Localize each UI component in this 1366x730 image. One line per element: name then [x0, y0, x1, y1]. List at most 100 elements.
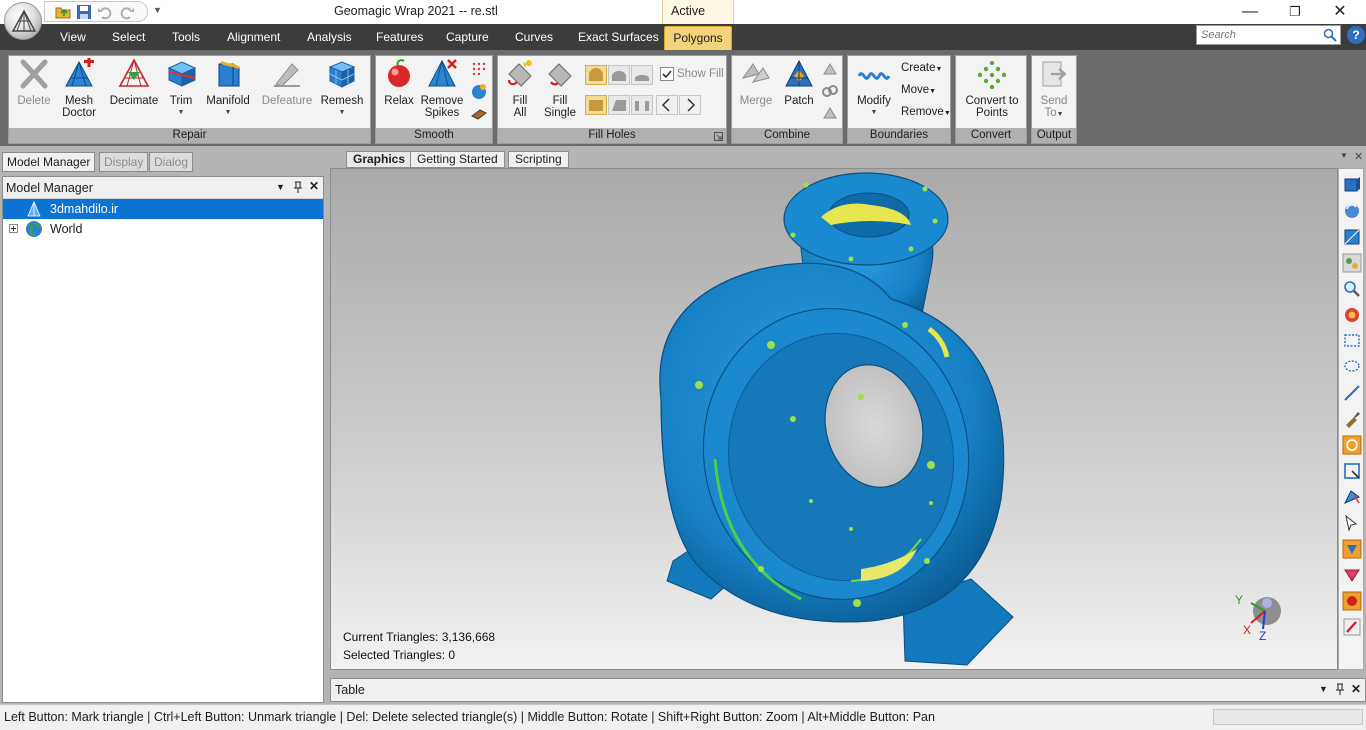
- mesh-doctor-button[interactable]: Mesh Doctor: [57, 57, 101, 119]
- fill-edge-button[interactable]: [608, 95, 630, 115]
- next-hole-button[interactable]: [679, 95, 701, 115]
- target-icon[interactable]: [1342, 305, 1362, 325]
- select-through-icon[interactable]: [1342, 461, 1362, 481]
- triad-y-label: Y: [1235, 593, 1244, 607]
- graphics-viewport[interactable]: Current Triangles: 3,136,668 Selected Tr…: [330, 168, 1338, 670]
- tree-item-world[interactable]: World: [3, 219, 323, 239]
- expand-icon[interactable]: [9, 224, 18, 233]
- save-icon[interactable]: [76, 4, 92, 20]
- view-set-icon[interactable]: [1342, 253, 1362, 273]
- viewport-menu-icon[interactable]: ▼: [1340, 151, 1348, 160]
- minimize-button[interactable]: —: [1236, 2, 1264, 22]
- smooth-sphere-icon[interactable]: [470, 82, 488, 100]
- relax-label: Relax: [384, 95, 414, 107]
- merge-button[interactable]: Merge: [736, 58, 776, 107]
- tree-item-model[interactable]: 3dmahdilo.ir: [3, 199, 323, 219]
- brush-icon[interactable]: [470, 104, 488, 122]
- patch-button[interactable]: Patch: [780, 58, 818, 107]
- pin-icon[interactable]: [293, 181, 303, 193]
- redo-icon[interactable]: [119, 4, 135, 20]
- open-folder-icon[interactable]: [55, 4, 71, 20]
- decimate-button[interactable]: Decimate: [107, 58, 161, 107]
- panel-menu-icon[interactable]: ▼: [276, 182, 285, 192]
- trim-button[interactable]: Trim ▼: [165, 58, 197, 119]
- patch-icon: [785, 59, 813, 87]
- tab-getting-started[interactable]: Getting Started: [410, 151, 505, 168]
- title-bar: ▼ Geomagic Wrap 2021 -- re.stl Active — …: [0, 0, 1366, 24]
- fill-tangent-button[interactable]: [608, 65, 630, 85]
- fill-bridge-button[interactable]: [631, 95, 653, 115]
- tab-features[interactable]: Features: [370, 24, 429, 50]
- select-by-color-icon[interactable]: [1342, 539, 1362, 559]
- previous-hole-button[interactable]: [656, 95, 678, 115]
- send-to-button[interactable]: Send To▼: [1034, 58, 1074, 121]
- tab-scripting[interactable]: Scripting: [508, 151, 569, 168]
- fill-complete-button[interactable]: [585, 95, 607, 115]
- combine-small-1-icon[interactable]: [821, 60, 839, 78]
- defeature-button[interactable]: Defeature: [261, 58, 313, 107]
- tab-analysis[interactable]: Analysis: [301, 24, 358, 50]
- fill-all-button[interactable]: Fill All: [502, 58, 538, 119]
- table-menu-icon[interactable]: ▼: [1319, 684, 1328, 694]
- table-pin-icon[interactable]: [1335, 683, 1345, 695]
- select-manifold-icon[interactable]: [1342, 565, 1362, 585]
- qat-customize-icon[interactable]: ▼: [153, 5, 162, 15]
- panel-close-icon[interactable]: ✕: [309, 179, 319, 193]
- select-clear-icon[interactable]: [1342, 617, 1362, 637]
- delete-button[interactable]: Delete: [13, 58, 55, 107]
- select-arrow-icon[interactable]: [1342, 513, 1362, 533]
- fill-curvature-button[interactable]: [585, 65, 607, 85]
- view-plane-icon[interactable]: [1342, 227, 1362, 247]
- tab-capture[interactable]: Capture: [440, 24, 495, 50]
- close-button[interactable]: ✕: [1326, 2, 1354, 22]
- help-icon[interactable]: ?: [1347, 26, 1365, 44]
- tab-dialog[interactable]: Dialog: [149, 152, 194, 172]
- viewport-close-icon[interactable]: ✕: [1354, 150, 1363, 163]
- tab-tools[interactable]: Tools: [166, 24, 206, 50]
- show-fill-checkbox[interactable]: [660, 67, 674, 81]
- modify-button[interactable]: Modify ▼: [852, 58, 896, 119]
- custom-region-icon[interactable]: [1342, 435, 1362, 455]
- fill-single-label-2: Single: [544, 107, 576, 119]
- line-select-icon[interactable]: [1342, 383, 1362, 403]
- fit-view-icon[interactable]: [1342, 175, 1362, 195]
- tree-item-model-label: 3dmahdilo.ir: [50, 202, 119, 216]
- relax-button[interactable]: Relax: [380, 58, 418, 107]
- tab-display[interactable]: Display: [99, 152, 149, 172]
- search-icon[interactable]: [1323, 28, 1337, 42]
- remesh-button[interactable]: Remesh ▼: [319, 58, 365, 119]
- pump-housing-model[interactable]: [331, 169, 1338, 670]
- paint-brush-icon[interactable]: [1342, 409, 1362, 429]
- tab-polygons[interactable]: Polygons: [664, 26, 732, 50]
- sandpaper-icon[interactable]: [470, 60, 488, 78]
- remove-dropdown[interactable]: Remove▼: [901, 106, 951, 118]
- rectangle-select-icon[interactable]: [1342, 331, 1362, 351]
- tab-alignment[interactable]: Alignment: [221, 24, 286, 50]
- create-dropdown[interactable]: Create▼: [901, 62, 942, 74]
- zoom-icon[interactable]: [1342, 279, 1362, 299]
- tab-select[interactable]: Select: [106, 24, 151, 50]
- manifold-button[interactable]: Manifold ▼: [205, 58, 251, 119]
- tab-model-manager[interactable]: Model Manager: [2, 152, 96, 172]
- restore-button[interactable]: ❐: [1281, 2, 1309, 22]
- combine-small-2-icon[interactable]: [821, 82, 839, 100]
- convert-to-points-button[interactable]: Convert to Points: [960, 58, 1024, 119]
- tab-exact-surfaces[interactable]: Exact Surfaces: [572, 24, 665, 50]
- remove-spikes-button[interactable]: Remove Spikes: [420, 58, 464, 119]
- table-close-icon[interactable]: ✕: [1351, 682, 1361, 696]
- fill-flat-button[interactable]: [631, 65, 653, 85]
- tab-curves[interactable]: Curves: [509, 24, 559, 50]
- application-button[interactable]: [4, 2, 42, 40]
- combine-small-3-icon[interactable]: [821, 104, 839, 122]
- search-input[interactable]: [1197, 26, 1315, 44]
- tab-graphics[interactable]: Graphics: [346, 151, 413, 168]
- dialog-launcher-icon[interactable]: [714, 132, 723, 141]
- fill-single-button[interactable]: Fill Single: [540, 58, 580, 119]
- undo-icon[interactable]: [97, 4, 113, 20]
- tab-view[interactable]: View: [54, 24, 92, 50]
- select-visible-icon[interactable]: [1342, 487, 1362, 507]
- move-dropdown[interactable]: Move▼: [901, 84, 936, 96]
- lasso-select-icon[interactable]: [1342, 357, 1362, 377]
- rotate-view-icon[interactable]: [1342, 201, 1362, 221]
- select-components-icon[interactable]: [1342, 591, 1362, 611]
